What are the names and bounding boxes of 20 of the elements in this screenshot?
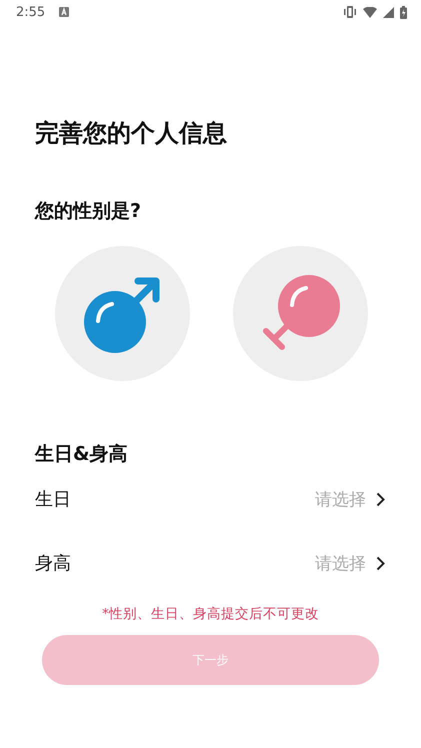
warning-note: *性别、生日、身高提交后不可更改 xyxy=(101,605,320,623)
row-label: 生日 xyxy=(35,488,72,511)
select-placeholder: 请选择 xyxy=(315,552,366,574)
picker-row[interactable]: 生日 请选择 xyxy=(0,467,421,531)
status-time: 2:55 xyxy=(16,4,46,20)
wifi-icon xyxy=(363,6,377,18)
select-placeholder: 请选择 xyxy=(315,488,366,510)
picker-row[interactable]: 身高 请选择 xyxy=(0,531,421,595)
male-symbol-icon xyxy=(84,274,162,352)
row-label: 身高 xyxy=(35,552,72,575)
chevron-right-icon xyxy=(376,556,385,570)
chevron-right-icon xyxy=(376,492,385,506)
signal-icon xyxy=(383,6,394,18)
battery-icon xyxy=(400,6,407,18)
birthday-height-heading: 生日&身高 xyxy=(35,442,129,467)
female-symbol-icon xyxy=(262,274,340,352)
page-title: 完善您的个人信息 xyxy=(35,118,228,148)
vibrate-icon xyxy=(343,6,357,18)
notification-icon xyxy=(59,7,70,17)
gender-heading: 您的性别是? xyxy=(35,199,142,224)
